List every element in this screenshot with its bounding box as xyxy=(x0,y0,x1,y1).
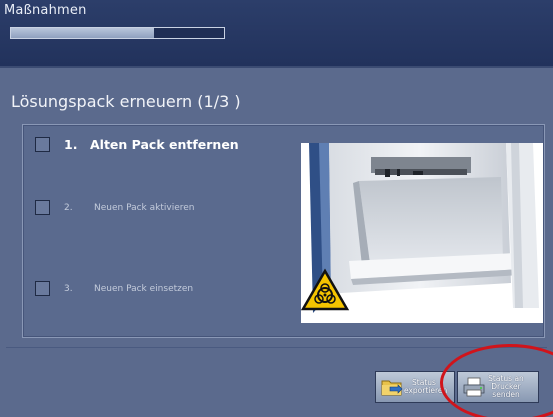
instruction-image xyxy=(301,143,543,323)
steps-panel: 1. Alten Pack entfernen 2. Neuen Pack ak… xyxy=(22,124,545,338)
footer-divider xyxy=(6,347,547,348)
header-divider xyxy=(0,66,553,68)
step-number: 1. xyxy=(64,137,78,152)
step-label: Neuen Pack einsetzen xyxy=(94,283,194,294)
step-checkbox[interactable] xyxy=(35,281,50,296)
window: Maßnahmen Lösungspack erneuern (1/3 ) 1.… xyxy=(0,0,553,417)
step-item-2[interactable]: 2. Neuen Pack aktivieren xyxy=(35,200,195,215)
step-label: Neuen Pack aktivieren xyxy=(94,202,195,213)
progress-bar xyxy=(10,27,225,39)
folder-export-icon xyxy=(381,380,403,396)
window-title: Maßnahmen xyxy=(4,3,87,18)
progress-bar-fill xyxy=(11,28,154,38)
step-item-1[interactable]: 1. Alten Pack entfernen xyxy=(35,137,239,152)
step-item-3[interactable]: 3. Neuen Pack einsetzen xyxy=(35,281,193,296)
step-checkbox[interactable] xyxy=(35,200,50,215)
annotation-circle xyxy=(440,344,553,417)
button-label-line: exportieren xyxy=(404,386,448,395)
page-title: Lösungspack erneuern (1/3 ) xyxy=(11,92,241,111)
export-status-label: Status exportieren xyxy=(404,379,448,395)
step-checkbox[interactable] xyxy=(35,137,50,152)
step-number: 3. xyxy=(64,283,73,294)
device-illustration xyxy=(301,143,543,323)
step-label: Alten Pack entfernen xyxy=(90,137,239,152)
step-number: 2. xyxy=(64,202,73,213)
header-bar: Maßnahmen xyxy=(0,0,553,66)
